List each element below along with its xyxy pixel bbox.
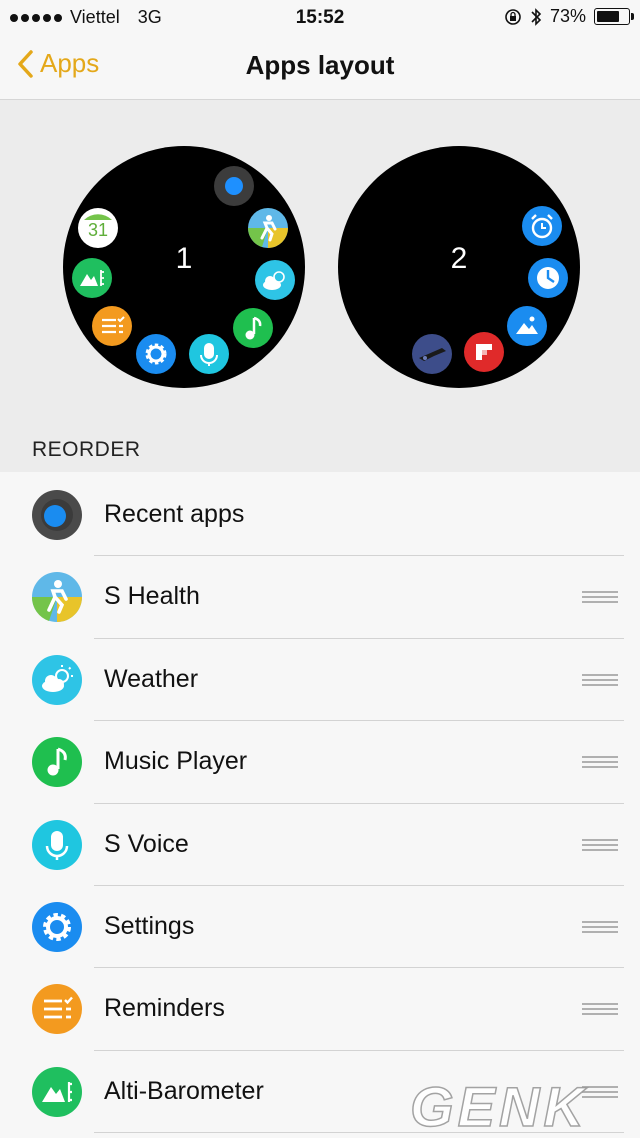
app-name: S Voice	[104, 829, 189, 858]
list-item[interactable]: S Health	[0, 556, 640, 639]
alti-barometer-icon	[32, 1066, 82, 1117]
s-health-icon	[32, 572, 82, 623]
battery-icon	[594, 8, 634, 25]
list-item[interactable]: Weather	[0, 638, 640, 722]
list-item[interactable]: Music Player	[0, 721, 640, 804]
app-name: Music Player	[104, 747, 248, 776]
list-item[interactable]: Recent apps	[0, 474, 640, 557]
settings-icon	[136, 334, 176, 374]
alarm-icon	[522, 206, 562, 246]
watermark-text: GENK	[410, 1076, 588, 1136]
list-item[interactable]: S Voice	[0, 803, 640, 886]
flipboard-icon	[464, 332, 504, 372]
list-item[interactable]: Reminders	[0, 968, 640, 1051]
s-voice-icon	[32, 819, 82, 870]
battery-percent: 73%	[549, 6, 586, 26]
drag-handle-icon[interactable]	[582, 920, 618, 933]
status-bar: Viettel 3G 15:52 73%	[0, 0, 640, 34]
alti-barometer-icon	[72, 258, 112, 298]
app-name: Weather	[104, 664, 199, 693]
reminders-icon	[92, 306, 132, 346]
watch-layout-preview: 1 31 2	[0, 100, 640, 472]
app-reorder-list: Recent apps S Health Weather Music Playe…	[0, 474, 640, 1134]
drag-handle-icon[interactable]	[582, 756, 618, 769]
watch-page-1[interactable]: 1 31	[63, 146, 305, 388]
app-name: Reminders	[104, 994, 225, 1023]
world-clock-icon	[528, 258, 568, 298]
app-name: Recent apps	[104, 500, 245, 528]
drag-handle-icon[interactable]	[582, 591, 618, 604]
weather-icon	[32, 654, 82, 705]
drag-handle-icon[interactable]	[582, 673, 618, 686]
calendar-icon: 31	[78, 208, 118, 248]
watch-page-2[interactable]: 2	[338, 146, 580, 388]
recent-apps-icon	[32, 490, 82, 540]
gallery-icon	[507, 306, 547, 346]
app-name: S Health	[104, 582, 200, 611]
game-app-icon	[412, 334, 452, 374]
calendar-day: 31	[88, 220, 108, 240]
drag-handle-icon[interactable]	[582, 838, 618, 851]
settings-icon	[32, 901, 82, 952]
page-title: Apps layout	[245, 50, 395, 80]
drag-handle-icon[interactable]	[582, 1003, 618, 1016]
s-voice-icon	[189, 334, 229, 374]
recent-apps-icon	[214, 166, 254, 206]
weather-icon	[255, 260, 295, 300]
navigation-bar: Apps Apps layout	[0, 34, 640, 100]
section-header-reorder: REORDER	[32, 438, 141, 461]
music-player-icon	[32, 737, 82, 788]
s-health-icon	[248, 208, 288, 248]
genk-watermark-logo: GENK	[409, 1076, 588, 1136]
rotation-lock-icon	[505, 8, 521, 25]
app-name: Settings	[104, 911, 195, 940]
music-player-icon	[233, 308, 273, 348]
list-item[interactable]: Settings	[0, 885, 640, 969]
app-name: Alti-Barometer	[104, 1076, 264, 1105]
reminders-icon	[32, 984, 82, 1035]
bluetooth-icon	[531, 7, 542, 26]
